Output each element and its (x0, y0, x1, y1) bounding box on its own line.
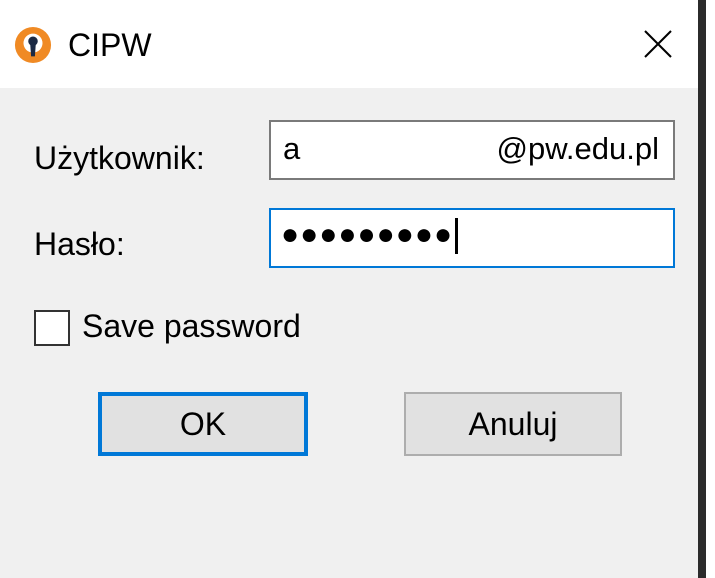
close-icon (644, 30, 672, 58)
save-password-checkbox[interactable] (34, 310, 70, 346)
ok-button[interactable]: OK (98, 392, 308, 456)
username-label: Użytkownik: (34, 140, 205, 176)
password-masked-value: ●●●●●●●●● (281, 218, 459, 255)
cancel-button[interactable]: Anuluj (404, 392, 622, 456)
username-value-prefix: a (283, 131, 301, 166)
dialog-window: CIPW Użytkownik: a @pw.edu.pl Hasło: ●●●… (0, 0, 706, 578)
text-caret (455, 218, 459, 255)
close-button[interactable] (636, 22, 680, 66)
username-field[interactable]: a @pw.edu.pl (269, 120, 675, 180)
username-value-domain: @pw.edu.pl (496, 131, 659, 166)
password-label: Hasło: (34, 226, 125, 262)
title-bar: CIPW (0, 0, 698, 88)
window-title: CIPW (68, 27, 152, 63)
password-field[interactable]: ●●●●●●●●● (269, 208, 675, 268)
save-password-label[interactable]: Save password (82, 308, 301, 345)
password-dots: ●●●●●●●●● (281, 218, 454, 251)
openvpn-lock-icon (14, 26, 52, 64)
